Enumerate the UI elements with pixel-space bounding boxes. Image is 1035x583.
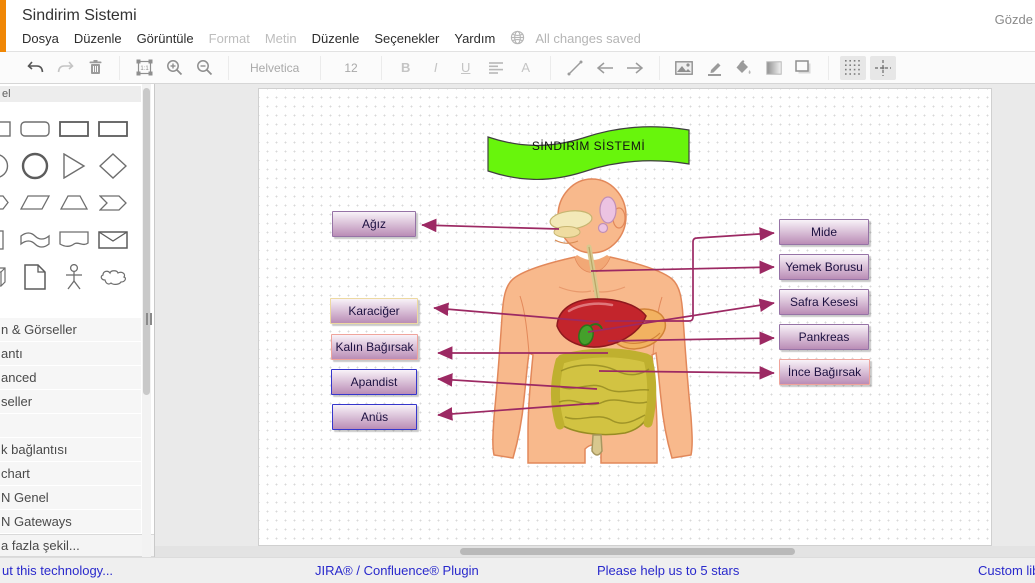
shape-palette	[0, 110, 141, 295]
arrow-left-button[interactable]	[592, 56, 618, 80]
label-pankreas[interactable]: Pankreas	[779, 324, 869, 350]
shape-note[interactable]	[15, 262, 54, 292]
user-name[interactable]: Gözde Y	[995, 12, 1035, 27]
shape-wave[interactable]	[15, 225, 54, 255]
shape-actor[interactable]	[54, 262, 93, 292]
footer-link-technology[interactable]: ut this technology...	[2, 563, 113, 578]
undo-button[interactable]	[22, 56, 48, 80]
menu-goruntule[interactable]: Görüntüle	[137, 31, 194, 49]
label-ince-bagirsak[interactable]: İnce Bağırsak	[779, 359, 870, 385]
sidebar-section-baglanti[interactable]: antı	[0, 342, 141, 365]
shape-parallelogram[interactable]	[15, 188, 54, 218]
shape-circle[interactable]	[15, 151, 54, 181]
canvas-area[interactable]: SİNDİRİM SİSTEMİ Ağız Karaciğer Kalın Ba…	[155, 84, 1035, 557]
image-button[interactable]	[671, 56, 697, 80]
menubar: Dosya Düzenle Görüntüle Format Metin Düz…	[22, 31, 641, 49]
label-safra-kesesi[interactable]: Safra Kesesi	[779, 289, 869, 315]
label-apandist[interactable]: Apandist	[331, 369, 417, 395]
accent-stripe	[0, 0, 6, 52]
shape-cube-partial[interactable]	[0, 262, 15, 292]
sidebar-scrollbar-thumb[interactable]	[143, 88, 150, 395]
shape-rounded-rectangle[interactable]	[15, 114, 54, 144]
sidebar-section-blank[interactable]	[0, 414, 141, 437]
label-agiz[interactable]: Ağız	[332, 211, 416, 237]
label-yemek-borusu[interactable]: Yemek Borusu	[779, 254, 869, 280]
footer-link-plugin[interactable]: JIRA® / Confluence® Plugin	[315, 563, 479, 578]
sidebar-section-bpmn-gateways[interactable]: N Gateways	[0, 510, 141, 533]
menu-duzenle-2[interactable]: Düzenle	[312, 31, 360, 49]
font-family-select[interactable]: Helvetica	[238, 61, 311, 75]
shape-envelope[interactable]	[93, 225, 132, 255]
shadow-button[interactable]	[791, 56, 817, 80]
menu-metin: Metin	[265, 31, 297, 49]
sidebar-section-genel[interactable]: el	[0, 86, 141, 102]
align-button[interactable]	[483, 56, 509, 80]
panel-resize-grip[interactable]	[146, 312, 154, 324]
reset-zoom-button[interactable]: 1:1	[131, 56, 157, 80]
shape-diamond[interactable]	[93, 151, 132, 181]
footer-link-stars[interactable]: Please help us to 5 stars	[597, 563, 739, 578]
menu-dosya[interactable]: Dosya	[22, 31, 59, 49]
shape-rectangle-partial[interactable]	[0, 114, 15, 144]
shape-cylinder-partial[interactable]	[0, 225, 15, 255]
pencil-button[interactable]	[701, 56, 727, 80]
font-color-button[interactable]: A	[513, 56, 539, 80]
delete-button[interactable]	[82, 56, 108, 80]
fill-color-button[interactable]	[731, 56, 757, 80]
bold-button[interactable]: B	[393, 56, 419, 80]
app-header: Sindirim Sistemi Dosya Düzenle Görüntüle…	[0, 0, 1035, 52]
canvas-h-scrollbar[interactable]	[155, 546, 1035, 557]
gradient-button[interactable]	[761, 56, 787, 80]
font-size-select[interactable]: 12	[330, 61, 371, 75]
shape-circle-partial[interactable]	[0, 151, 15, 181]
label-mide[interactable]: Mide	[779, 219, 869, 245]
italic-button[interactable]: I	[423, 56, 449, 80]
banner-title[interactable]: SİNDİRİM SİSTEMİ	[488, 123, 689, 161]
redo-button[interactable]	[52, 56, 78, 80]
connector-agiz[interactable]	[422, 225, 559, 229]
shape-chevron-partial[interactable]	[0, 188, 15, 218]
svg-text:1:1: 1:1	[140, 66, 149, 72]
label-anus[interactable]: Anüs	[332, 404, 417, 430]
menu-format: Format	[209, 31, 250, 49]
zoom-in-button[interactable]	[161, 56, 187, 80]
shape-rectangle-2[interactable]	[93, 114, 132, 144]
shape-step[interactable]	[93, 188, 132, 218]
sidebar-section-blok-baglantisi[interactable]: k bağlantısı	[0, 438, 141, 461]
shape-cloud[interactable]	[93, 262, 132, 292]
line-tool-button[interactable]	[562, 56, 588, 80]
shape-trapezoid[interactable]	[54, 188, 93, 218]
sidebar-section-bpmn-genel[interactable]: N Genel	[0, 486, 141, 509]
more-shapes-button[interactable]: a fazla şekil...	[0, 534, 154, 557]
shape-sidebar: el	[0, 84, 155, 557]
underline-button[interactable]: U	[453, 56, 479, 80]
drawing-page[interactable]: SİNDİRİM SİSTEMİ Ağız Karaciğer Kalın Ba…	[258, 88, 992, 546]
shape-triangle[interactable]	[54, 151, 93, 181]
toolbar: 1:1 Helvetica 12 B I U A	[0, 52, 1035, 84]
save-status: All changes saved	[535, 31, 641, 49]
shape-rectangle[interactable]	[54, 114, 93, 144]
menu-secenekler[interactable]: Seçenekler	[374, 31, 439, 49]
sidebar-section-advanced[interactable]: anced	[0, 366, 141, 389]
sidebar-section-gorseller[interactable]: n & Görseller	[0, 318, 141, 341]
footer-link-custom-libraries[interactable]: Custom libra	[978, 563, 1035, 578]
main-area: el	[0, 84, 1035, 557]
arrow-right-button[interactable]	[622, 56, 648, 80]
document-title: Sindirim Sistemi	[22, 7, 137, 25]
zoom-out-button[interactable]	[191, 56, 217, 80]
shape-document[interactable]	[54, 225, 93, 255]
globe-icon	[510, 30, 525, 48]
menu-yardim[interactable]: Yardım	[454, 31, 495, 49]
canvas-h-scrollbar-thumb[interactable]	[460, 548, 795, 555]
label-kalin-bagirsak[interactable]: Kalın Bağırsak	[331, 334, 418, 360]
status-footer: ut this technology... JIRA® / Confluence…	[0, 557, 1035, 583]
sidebar-section-seller[interactable]: seller	[0, 390, 141, 413]
guides-toggle-button[interactable]	[870, 56, 896, 80]
sidebar-section-flowchart[interactable]: chart	[0, 462, 141, 485]
menu-duzenle[interactable]: Düzenle	[74, 31, 122, 49]
grid-toggle-button[interactable]	[840, 56, 866, 80]
label-karaciger[interactable]: Karaciğer	[330, 298, 418, 324]
sidebar-sections: n & Görseller antı anced seller k bağlan…	[0, 318, 141, 534]
